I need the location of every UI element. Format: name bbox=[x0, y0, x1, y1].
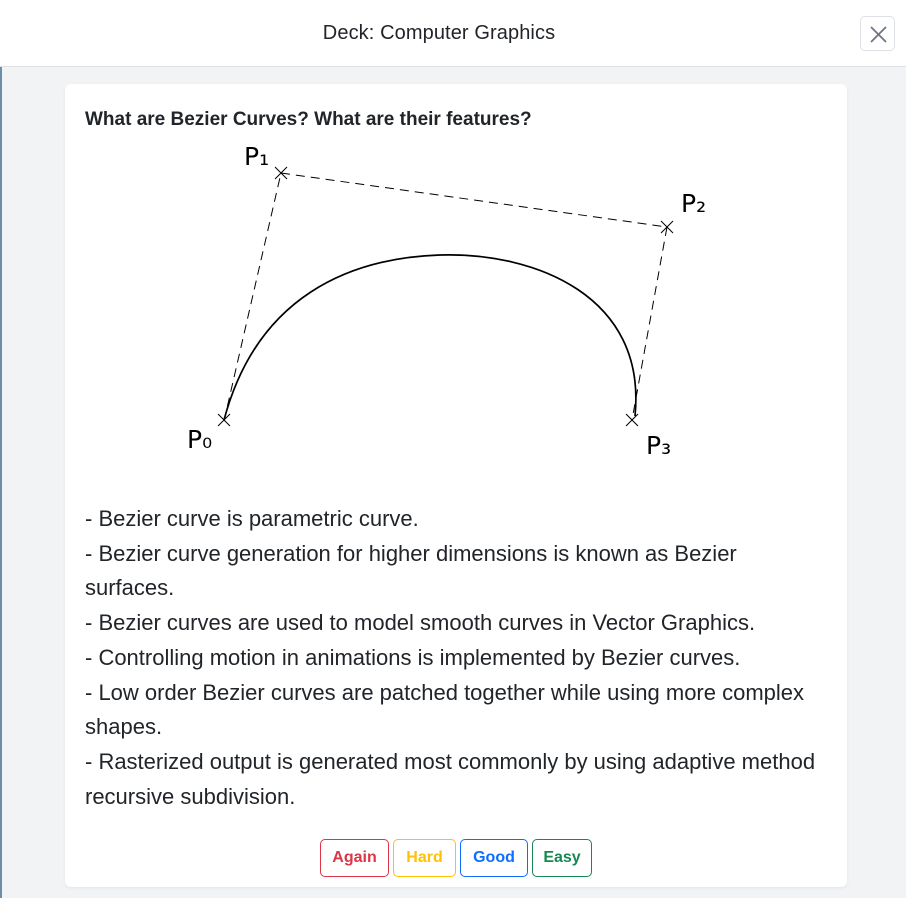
bezier-curve bbox=[223, 254, 637, 421]
control-point-markers bbox=[217, 166, 674, 427]
hard-button[interactable]: Hard bbox=[393, 839, 456, 877]
answer-line: - Rasterized output is generated most co… bbox=[85, 748, 816, 809]
bezier-diagram: P₀ P₁ P₂ P₃ bbox=[187, 142, 706, 460]
easy-button[interactable]: Easy bbox=[532, 839, 592, 877]
flashcard: What are Bezier Curves? What are their f… bbox=[65, 84, 847, 887]
label-p2: P₂ bbox=[681, 189, 706, 218]
again-button[interactable]: Again bbox=[320, 839, 389, 877]
answer-line: - Controlling motion in animations is im… bbox=[85, 644, 741, 670]
label-p3: P₃ bbox=[646, 431, 671, 460]
flashcard-review-window: Deck: Computer Graphics What are Bezier … bbox=[0, 0, 906, 898]
deck-title: Deck: Computer Graphics bbox=[322, 22, 556, 44]
answer-line: - Bezier curve is parametric curve. bbox=[85, 506, 419, 531]
answer-line: - Bezier curves are used to model smooth… bbox=[85, 610, 756, 636]
modal-header: Deck: Computer Graphics bbox=[0, 0, 906, 67]
label-p1: P₁ bbox=[244, 142, 269, 171]
close-button[interactable] bbox=[860, 16, 895, 51]
label-p0: P₀ bbox=[187, 425, 212, 454]
good-button[interactable]: Good bbox=[460, 839, 528, 877]
answer-line: - Bezier curve generation for higher dim… bbox=[85, 540, 737, 601]
window-edge bbox=[0, 0, 2, 898]
close-icon bbox=[870, 26, 887, 43]
answer-text: - Bezier curve is parametric curve. - Be… bbox=[85, 502, 820, 814]
control-polygon bbox=[223, 172, 668, 422]
answer-line: - Low order Bezier curves are patched to… bbox=[85, 679, 805, 740]
